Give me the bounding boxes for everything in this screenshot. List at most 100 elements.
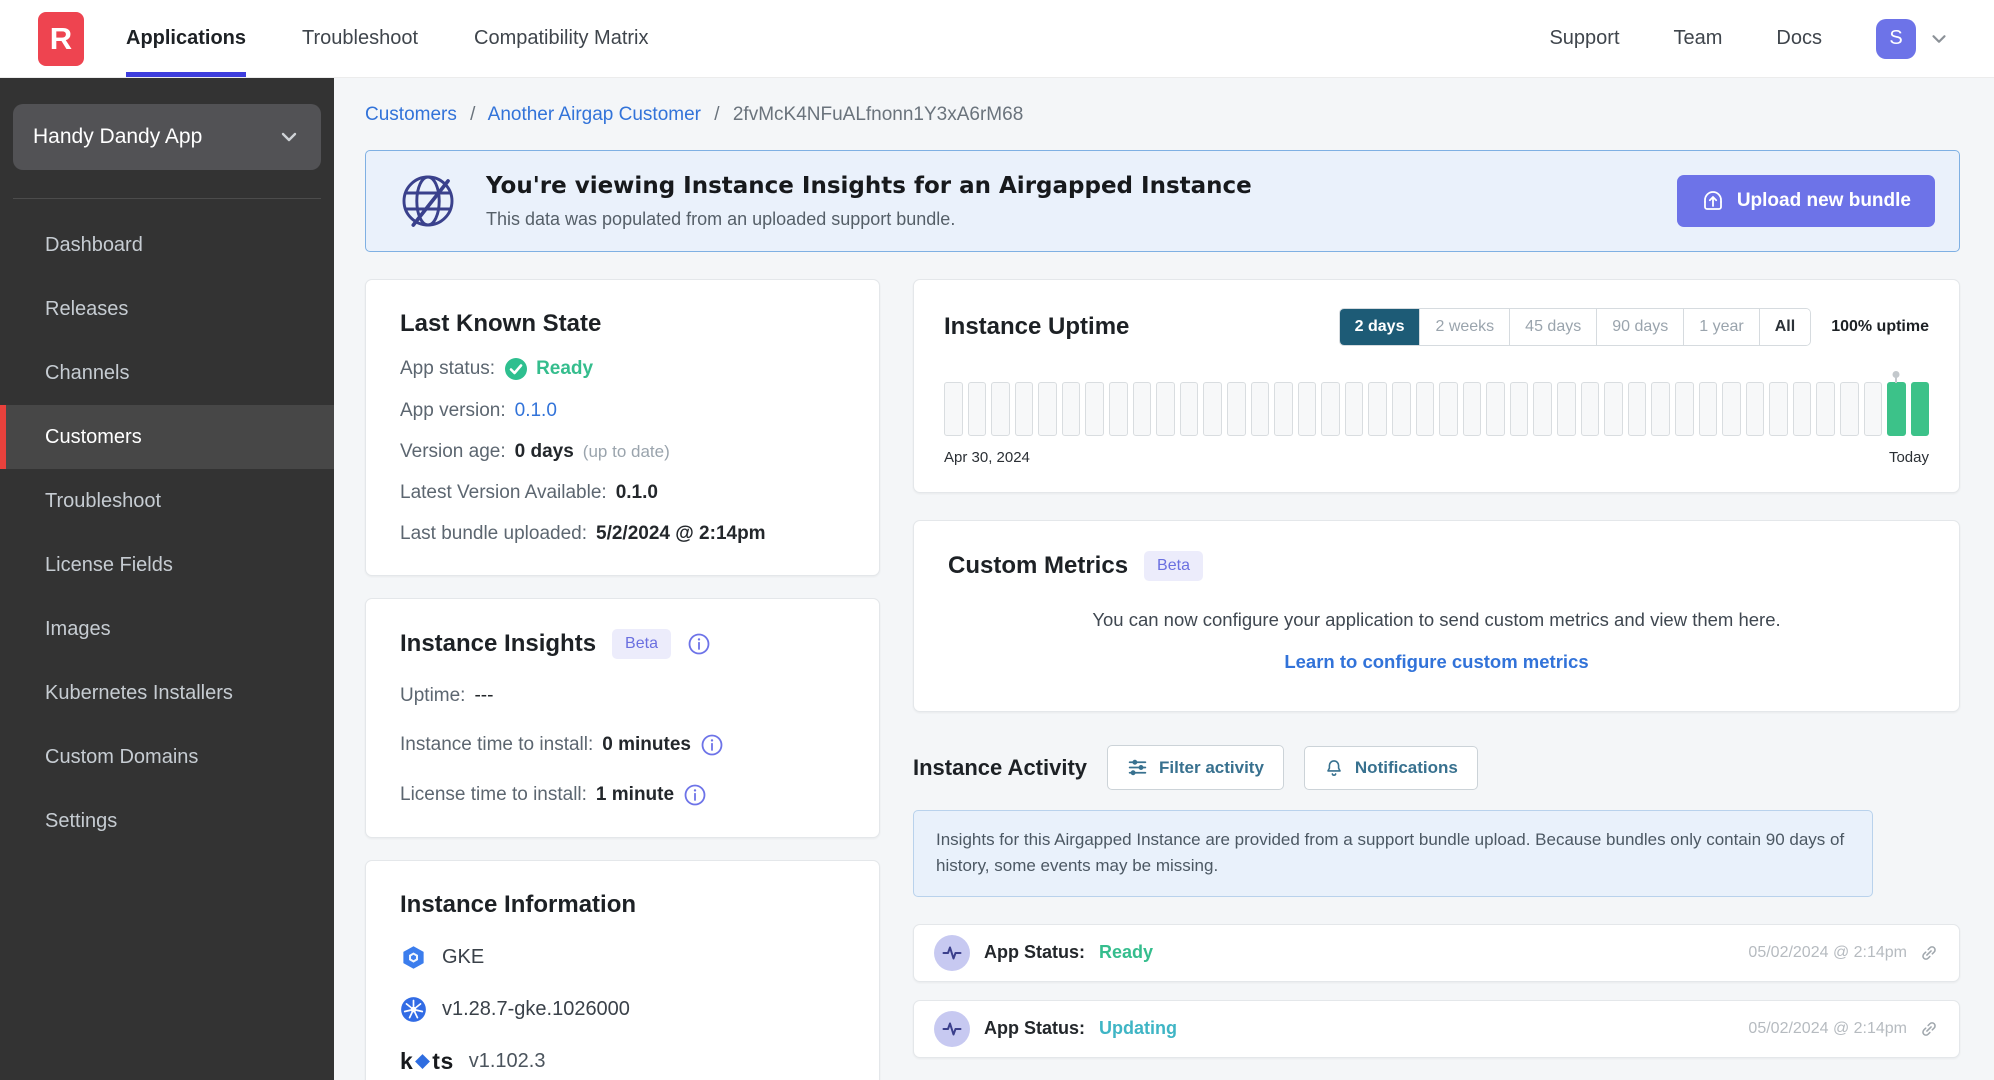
uptime-bar-empty [1533, 382, 1553, 436]
filter-activity-button[interactable]: Filter activity [1107, 745, 1284, 790]
uptime-range-2-weeks[interactable]: 2 weeks [1420, 309, 1511, 345]
airgap-banner: You're viewing Instance Insights for an … [365, 150, 1960, 252]
airgap-activity-note: Insights for this Airgapped Instance are… [913, 810, 1873, 897]
chevron-down-icon [281, 132, 297, 142]
uptime-percentage: 100% uptime [1831, 318, 1929, 335]
license-ttinstall-label: License time to install: [400, 784, 587, 805]
uptime-bar-empty [1674, 382, 1694, 436]
pulse-icon [934, 934, 970, 971]
distribution-value: GKE [442, 946, 485, 968]
permalink-icon[interactable] [1919, 943, 1939, 963]
info-icon[interactable] [683, 783, 707, 807]
k8s-version-value: v1.28.7-gke.1026000 [442, 998, 630, 1020]
card-title: Instance Information [400, 891, 637, 918]
activity-status-value: Ready [1099, 942, 1154, 963]
instance-insights-card: Instance Insights Beta Uptime: --- Insta… [365, 598, 880, 838]
breadcrumb-customer-name[interactable]: Another Airgap Customer [488, 104, 701, 125]
latest-version-value: 0.1.0 [615, 482, 658, 503]
nav-applications[interactable]: Applications [126, 0, 247, 77]
uptime-range-90-days[interactable]: 90 days [1597, 309, 1685, 345]
uptime-bar-empty [1769, 382, 1788, 436]
uptime-range-2-days[interactable]: 2 days [1339, 309, 1421, 345]
last-bundle-label: Last bundle uploaded: [400, 523, 587, 544]
replicated-logo[interactable]: R [38, 11, 84, 66]
uptime-bar-empty [1698, 382, 1718, 436]
nav-troubleshoot[interactable]: Troubleshoot [302, 0, 418, 77]
breadcrumb-instance-id: 2fvMcK4NFuALfnonn1Y3xA6rM68 [732, 104, 1024, 125]
activity-timestamp: 05/02/2024 @ 2:14pm [1748, 1019, 1907, 1037]
configure-custom-metrics-link[interactable]: Learn to configure custom metrics [948, 651, 1925, 673]
breadcrumb-separator: / [714, 104, 720, 125]
kots-o-icon [415, 1054, 431, 1069]
sidebar-item-releases[interactable]: Releases [0, 277, 334, 341]
pulse-icon [934, 1010, 970, 1047]
main-content: Customers / Another Airgap Customer / 2f… [334, 78, 1994, 1080]
nav-support[interactable]: Support [1549, 22, 1619, 55]
kots-logo: k ts [400, 1048, 454, 1074]
filter-sliders-icon [1128, 759, 1147, 776]
info-icon[interactable] [687, 632, 711, 656]
sidebar-item-customers[interactable]: Customers [0, 405, 334, 469]
account-menu[interactable]: S [1876, 18, 1950, 59]
app-selector-label: Handy Dandy App [33, 125, 203, 148]
secondary-nav: Support Team Docs S [1549, 0, 1950, 77]
sidebar-item-channels[interactable]: Channels [0, 341, 334, 405]
activity-row[interactable]: App Status: Updating 05/02/2024 @ 2:14pm [913, 999, 1960, 1058]
breadcrumb-customers[interactable]: Customers [365, 104, 457, 125]
uptime-bar-up [1910, 382, 1930, 436]
bell-icon [1327, 759, 1341, 776]
custom-metrics-description: You can now configure your application t… [1092, 609, 1781, 630]
uptime-bar-empty [1651, 382, 1670, 436]
uptime-range-all[interactable]: All [1759, 309, 1811, 345]
avatar[interactable]: S [1876, 18, 1916, 59]
uptime-bar-empty [944, 382, 963, 436]
app-selector-dropdown[interactable]: Handy Dandy App [13, 104, 321, 170]
activity-status-value: Updating [1099, 1018, 1177, 1039]
sidebar-divider [13, 198, 321, 199]
last-bundle-value: 5/2/2024 @ 2:14pm [596, 523, 766, 544]
uptime-bar-empty [1557, 382, 1576, 436]
sidebar-item-troubleshoot[interactable]: Troubleshoot [0, 469, 334, 533]
uptime-bar-empty [1627, 382, 1647, 436]
uptime-bar-empty [1722, 382, 1741, 436]
app-version-link[interactable]: 0.1.0 [515, 400, 557, 422]
uptime-range-1-year[interactable]: 1 year [1684, 309, 1760, 345]
instance-activity-title: Instance Activity [913, 754, 1088, 780]
uptime-bar-empty [1109, 382, 1128, 436]
version-age-value: 0 days [514, 441, 574, 462]
uptime-bar-empty [1604, 382, 1623, 436]
activity-label: App Status: [984, 942, 1085, 963]
uptime-bar-empty [1085, 382, 1105, 436]
card-title: Last Known State [400, 310, 602, 337]
uptime-range-45-days[interactable]: 45 days [1510, 309, 1598, 345]
card-title: Instance Uptime [944, 313, 1130, 340]
uptime-bar-empty [1580, 382, 1600, 436]
sidebar-item-dashboard[interactable]: Dashboard [0, 213, 334, 277]
upload-icon [1703, 191, 1722, 210]
upload-new-bundle-button[interactable]: Upload new bundle [1676, 175, 1935, 227]
permalink-icon[interactable] [1919, 1019, 1939, 1039]
beta-badge: Beta [612, 629, 671, 659]
last-known-state-card: Last Known State App status: Ready App v… [365, 279, 880, 576]
uptime-bar-empty [1203, 382, 1222, 436]
uptime-bar-empty [1156, 382, 1175, 436]
uptime-bar-empty [1816, 382, 1835, 436]
nav-compatibility-matrix[interactable]: Compatibility Matrix [474, 0, 648, 77]
check-circle-icon [505, 358, 528, 380]
sidebar-item-settings[interactable]: Settings [0, 789, 334, 853]
info-icon[interactable] [700, 733, 724, 757]
uptime-range-group: 2 days 2 weeks 45 days 90 days 1 year All [1338, 308, 1812, 346]
sidebar-item-images[interactable]: Images [0, 597, 334, 661]
uptime-bar-empty [1792, 382, 1812, 436]
notifications-button[interactable]: Notifications [1303, 745, 1478, 790]
activity-row[interactable]: App Status: Ready 05/02/2024 @ 2:14pm [913, 923, 1960, 982]
latest-version-label: Latest Version Available: [400, 482, 607, 503]
sidebar-item-kubernetes-installers[interactable]: Kubernetes Installers [0, 661, 334, 725]
sidebar-item-custom-domains[interactable]: Custom Domains [0, 725, 334, 789]
uptime-bar-empty [991, 382, 1010, 436]
nav-docs[interactable]: Docs [1776, 22, 1822, 55]
sidebar-item-license-fields[interactable]: License Fields [0, 533, 334, 597]
nav-team[interactable]: Team [1674, 22, 1723, 55]
uptime-bar-empty [1061, 382, 1081, 436]
card-title: Instance Insights [400, 630, 597, 657]
